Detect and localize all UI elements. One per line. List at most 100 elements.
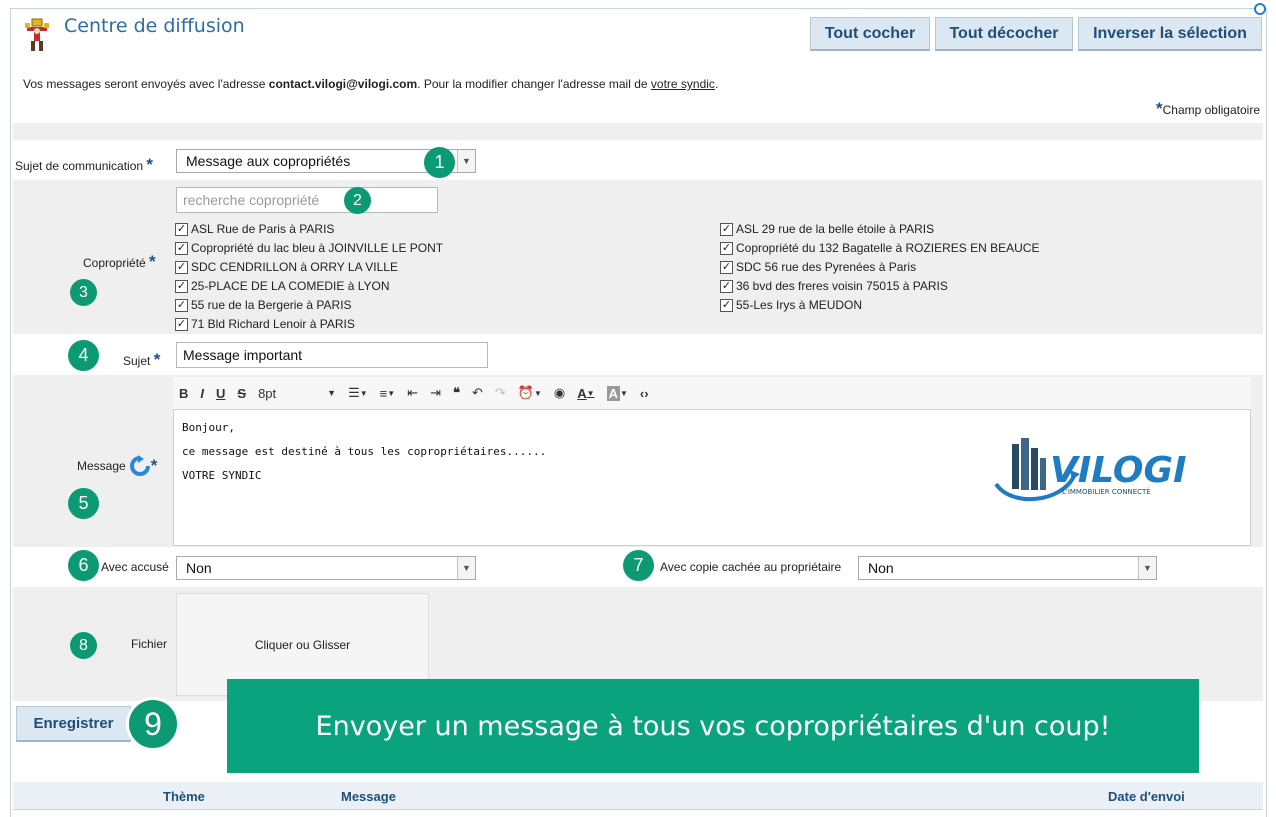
chevron-down-icon[interactable]: ▼ xyxy=(457,150,475,172)
copie-cachee-select[interactable]: Non ▼ xyxy=(858,556,1157,580)
syndic-link[interactable]: votre syndic xyxy=(651,77,715,91)
numbered-list-icon[interactable]: ≡ ▼ xyxy=(374,386,402,401)
copropriete-name: 25-PLACE DE LA COMEDIE à LYON xyxy=(191,279,390,293)
required-star: * xyxy=(150,456,158,475)
bullet-list-icon[interactable]: ☰ ▼ xyxy=(342,385,374,401)
sender-info: Vos messages seront envoyés avec l'adres… xyxy=(23,77,718,91)
copropriete-name: ASL 29 rue de la belle étoile à PARIS xyxy=(736,222,935,236)
vilogi-logo: VILOGI L'IMMOBILIER CONNECTÉ xyxy=(994,438,1186,502)
step-badge-2: 2 xyxy=(344,187,371,214)
font-size-select[interactable]: 8pt ▼ xyxy=(252,386,342,401)
checkbox-checked-icon[interactable]: ✓ xyxy=(720,298,733,312)
check-all-button[interactable]: Tout cocher xyxy=(810,17,930,51)
checkbox-checked-icon[interactable]: ✓ xyxy=(175,260,188,274)
copie-cachee-value: Non xyxy=(868,560,894,576)
copropriete-search-input[interactable]: recherche copropriété xyxy=(176,187,438,213)
sujet-communication-label-text: Sujet de communication xyxy=(15,159,144,173)
caret-down-icon: ▼ xyxy=(387,388,396,398)
checkbox-checked-icon[interactable]: ✓ xyxy=(175,317,188,331)
help-icon[interactable] xyxy=(1254,3,1266,15)
avec-accuse-value: Non xyxy=(186,560,212,576)
copropriete-checkbox-item[interactable]: ✓ ASL Rue de Paris à PARIS xyxy=(175,222,334,236)
checkbox-checked-icon[interactable]: ✓ xyxy=(175,222,188,236)
save-button[interactable]: Enregistrer xyxy=(16,706,131,742)
copropriete-name: Copropriété du 132 Bagatelle à ROZIERES … xyxy=(736,241,1040,255)
checkbox-checked-icon[interactable]: ✓ xyxy=(175,241,188,255)
required-star: * xyxy=(153,350,161,369)
copropriete-label-text: Copropriété xyxy=(83,256,146,270)
required-star: * xyxy=(1155,99,1163,118)
sender-email: contact.vilogi@vilogi.com xyxy=(268,77,418,91)
avec-accuse-label: Avec accusé xyxy=(101,560,169,574)
copie-cachee-label: Avec copie cachée au propriétaire xyxy=(660,560,842,574)
bold-icon[interactable]: B xyxy=(173,386,194,401)
outdent-icon[interactable]: ⇤ xyxy=(401,385,424,401)
italic-icon[interactable]: I xyxy=(194,386,210,401)
copropriete-checkbox-item[interactable]: ✓ 36 bvd des freres voisin 75015 à PARIS xyxy=(720,279,948,293)
copropriete-checkbox-item[interactable]: ✓ SDC CENDRILLON à ORRY LA VILLE xyxy=(175,260,398,274)
caret-down-icon: ▼ xyxy=(586,388,595,398)
checkbox-checked-icon[interactable]: ✓ xyxy=(175,298,188,312)
page-title: Centre de diffusion xyxy=(64,15,245,37)
step-badge-4: 4 xyxy=(68,340,99,371)
checkbox-checked-icon[interactable]: ✓ xyxy=(720,279,733,293)
undo-icon[interactable]: ↶ xyxy=(466,385,489,401)
copropriete-name: 71 Bld Richard Lenoir à PARIS xyxy=(191,317,355,331)
history-table-header: Thème Message Date d'envoi xyxy=(13,782,1263,810)
section-separator xyxy=(13,123,1263,140)
copropriete-checkbox-item[interactable]: ✓ 55 rue de la Bergerie à PARIS xyxy=(175,298,352,312)
copropriete-checkbox-item[interactable]: ✓ 71 Bld Richard Lenoir à PARIS xyxy=(175,317,355,331)
copropriete-name: SDC CENDRILLON à ORRY LA VILLE xyxy=(191,260,398,274)
quote-icon[interactable]: ❝ xyxy=(447,385,466,401)
sujet-communication-label: Sujet de communication * xyxy=(15,155,153,175)
sujet-input[interactable]: Message important xyxy=(176,342,488,368)
sender-info-suffix: . xyxy=(714,77,719,91)
vilogi-logo-tagline: L'IMMOBILIER CONNECTÉ xyxy=(1062,487,1151,496)
checkbox-checked-icon[interactable]: ✓ xyxy=(175,279,188,293)
strikethrough-icon[interactable]: S xyxy=(231,386,252,401)
clock-icon[interactable]: ⏰ ▼ xyxy=(512,385,548,401)
copropriete-checkbox-item[interactable]: ✓ Copropriété du lac bleu à JOINVILLE LE … xyxy=(175,241,443,255)
copropriete-checkbox-item[interactable]: ✓ 55-Les Irys à MEUDON xyxy=(720,298,862,312)
code-view-icon[interactable]: ‹› xyxy=(634,386,655,401)
redo-icon[interactable]: ↷ xyxy=(489,385,512,401)
fichier-label: Fichier xyxy=(131,637,168,651)
copropriete-checkbox-item[interactable]: ✓ SDC 56 rue des Pyrenées à Paris xyxy=(720,260,916,274)
checkbox-checked-icon[interactable]: ✓ xyxy=(720,241,733,255)
required-star: * xyxy=(149,252,156,271)
chevron-down-icon[interactable]: ▼ xyxy=(1138,557,1156,579)
preview-eye-icon[interactable]: ◉ xyxy=(548,385,571,401)
column-theme[interactable]: Thème xyxy=(163,789,205,804)
broadcast-panel: Centre de diffusion Tout cocher Tout déc… xyxy=(10,3,1267,817)
chevron-down-icon[interactable]: ▼ xyxy=(457,557,475,579)
sujet-communication-value: Message aux copropriétés xyxy=(186,153,351,169)
sender-info-prefix: Vos messages seront envoyés avec l'adres… xyxy=(23,77,269,91)
copropriete-checkbox-item[interactable]: ✓ 25-PLACE DE LA COMEDIE à LYON xyxy=(175,279,390,293)
refresh-icon[interactable] xyxy=(129,455,151,477)
message-line: VOTRE SYNDIC xyxy=(182,469,262,482)
copropriete-checkbox-item[interactable]: ✓ ASL 29 rue de la belle étoile à PARIS xyxy=(720,222,934,236)
underline-icon[interactable]: U xyxy=(210,386,231,401)
invert-selection-button[interactable]: Inverser la sélection xyxy=(1078,17,1262,51)
vilogi-logo-text: VILOGI xyxy=(1050,450,1186,491)
required-star: * xyxy=(146,155,154,174)
caret-down-icon: ▼ xyxy=(533,388,542,398)
message-label-text: Message xyxy=(77,459,126,473)
checkbox-checked-icon[interactable]: ✓ xyxy=(720,222,733,236)
avec-accuse-select[interactable]: Non ▼ xyxy=(176,556,476,580)
sujet-label: Sujet * xyxy=(123,350,160,370)
indent-icon[interactable]: ⇥ xyxy=(424,385,447,401)
column-date-envoi[interactable]: Date d'envoi xyxy=(1108,789,1185,804)
broadcast-logo-icon xyxy=(25,18,49,51)
column-message[interactable]: Message xyxy=(341,789,396,804)
highlight-color-icon[interactable]: A ▼ xyxy=(601,385,634,401)
text-color-icon[interactable]: A ▼ xyxy=(571,386,600,401)
message-editor[interactable]: Bonjour, ce message est destiné à tous l… xyxy=(173,409,1251,546)
caret-down-icon: ▼ xyxy=(359,388,368,398)
editor-toolbar: B I U S 8pt ▼ ☰ ▼ ≡ ▼ ⇤ ⇥ ❝ ↶ ↷ ⏰ ▼ ◉ A ▼ A ▼ … xyxy=(173,377,1251,409)
uncheck-all-button[interactable]: Tout décocher xyxy=(935,17,1073,51)
checkbox-checked-icon[interactable]: ✓ xyxy=(720,260,733,274)
copropriete-label: Copropriété * xyxy=(83,252,156,272)
sender-info-middle: . Pour la modifier changer l'adresse mai… xyxy=(417,77,651,91)
copropriete-checkbox-item[interactable]: ✓ Copropriété du 132 Bagatelle à ROZIERES… xyxy=(720,241,1039,255)
